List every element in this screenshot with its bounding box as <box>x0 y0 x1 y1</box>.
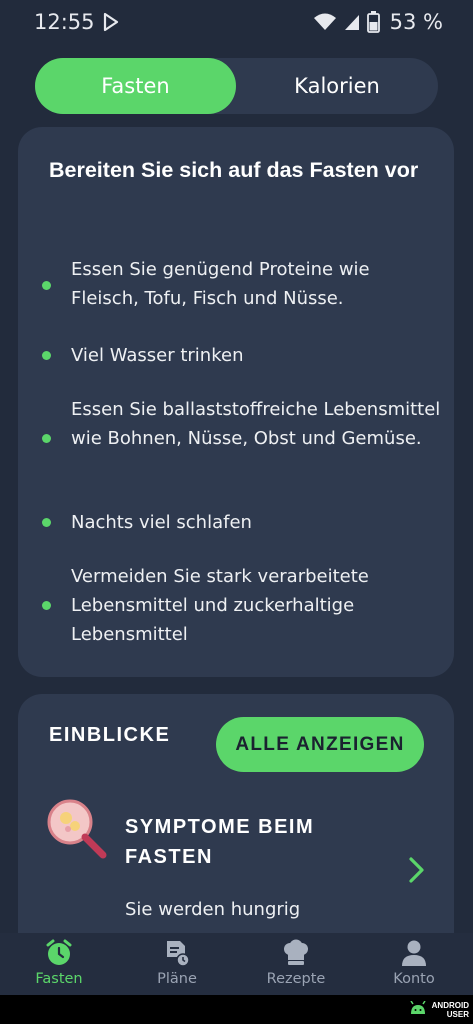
android-logo-icon <box>410 1001 426 1014</box>
bullet-dot <box>42 281 51 290</box>
chef-hat-icon <box>284 939 308 965</box>
prep-tip: Viel Wasser trinken <box>18 341 454 371</box>
bullet-dot <box>42 601 51 610</box>
nav-label: Fasten <box>35 971 83 987</box>
battery-percent: 53 % <box>389 10 443 34</box>
magnifier-symptom-icon <box>47 799 107 859</box>
insight-item-text: Sie werden hungrig <box>125 899 301 920</box>
prep-tip: Nachts viel schlafen <box>18 508 454 538</box>
watermark-line1: ANDROID <box>431 1001 469 1010</box>
nav-label: Pläne <box>157 971 197 987</box>
tab-fasten[interactable]: Fasten <box>35 58 236 114</box>
bullet-dot <box>42 434 51 443</box>
insights-title: EINBLICKE <box>49 724 171 746</box>
system-gesture-bar <box>0 995 473 1024</box>
play-store-notification-icon <box>103 12 119 32</box>
status-icons: 53 % <box>313 10 443 34</box>
battery-icon <box>366 11 380 33</box>
chevron-right-icon[interactable] <box>406 856 428 884</box>
fasting-prep-card: Bereiten Sie sich auf das Fasten vor Ess… <box>18 127 454 677</box>
watermark-line2: USER <box>446 1010 469 1019</box>
nav-item-rezepte[interactable]: Rezepte <box>237 933 355 995</box>
tab-kalorien[interactable]: Kalorien <box>236 58 438 114</box>
mode-toggle: Fasten Kalorien <box>35 58 438 114</box>
insight-item-title[interactable]: SYMPTOME BEIM FASTEN <box>125 812 375 872</box>
prep-card-title: Bereiten Sie sich auf das Fasten vor <box>49 158 419 182</box>
wifi-icon <box>313 13 336 30</box>
nav-item-konto[interactable]: Konto <box>355 933 473 995</box>
prep-tip-text: Vermeiden Sie stark verarbeitete Lebensm… <box>71 566 369 645</box>
watermark: ANDROID USER <box>408 999 469 1021</box>
bottom-navigation: Fasten Pläne Rezepte Konto <box>0 933 473 995</box>
nav-label: Konto <box>393 971 435 987</box>
signal-icon <box>344 15 359 30</box>
prep-tip-text: Essen Sie genügend Proteine wie Fleisch,… <box>71 259 370 309</box>
bullet-dot <box>42 518 51 527</box>
bullet-dot <box>42 351 51 360</box>
fasting-clock-icon <box>46 939 72 965</box>
plans-document-icon <box>167 941 190 967</box>
prep-tip-text: Viel Wasser trinken <box>71 345 244 366</box>
nav-item-fasten[interactable]: Fasten <box>0 933 118 995</box>
watermark-text: ANDROID USER <box>432 1001 469 1019</box>
status-time: 12:55 <box>34 10 95 34</box>
prep-tip: Vermeiden Sie stark verarbeitete Lebensm… <box>18 562 454 650</box>
show-all-button[interactable]: ALLE ANZEIGEN <box>216 717 424 772</box>
nav-label: Rezepte <box>266 971 326 987</box>
nav-item-plaene[interactable]: Pläne <box>118 933 236 995</box>
account-person-icon <box>402 940 426 966</box>
prep-tip-text: Essen Sie ballaststoffreiche Lebensmitte… <box>71 399 441 449</box>
prep-tip: Essen Sie genügend Proteine wie Fleisch,… <box>18 255 454 315</box>
prep-tip-text: Nachts viel schlafen <box>71 512 252 533</box>
prep-tip: Essen Sie ballaststoffreiche Lebensmitte… <box>18 395 454 483</box>
status-bar: 12:55 53 % <box>0 0 473 46</box>
